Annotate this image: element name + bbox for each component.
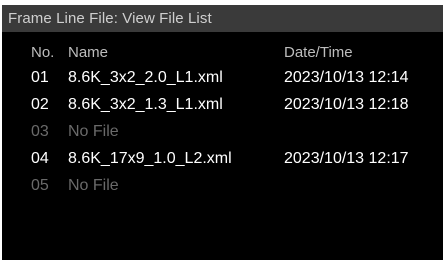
- file-row-03[interactable]: 03 No File: [2, 118, 443, 145]
- file-name: 8.6K_17x9_1.0_L2.xml: [68, 150, 232, 167]
- file-number: 04: [31, 150, 49, 167]
- header-no: No.: [31, 44, 55, 61]
- file-row-05[interactable]: 05 No File: [2, 172, 443, 199]
- file-name: No File: [68, 177, 119, 194]
- file-row-04[interactable]: 04 8.6K_17x9_1.0_L2.xml 2023/10/13 12:17: [2, 145, 443, 172]
- file-row-01[interactable]: 01 8.6K_3x2_2.0_L1.xml 2023/10/13 12:14: [2, 64, 443, 91]
- file-number: 03: [31, 123, 49, 140]
- file-name: 8.6K_3x2_1.3_L1.xml: [68, 96, 223, 113]
- file-number: 02: [31, 96, 49, 113]
- list-header: No. Name Date/Time: [2, 39, 443, 64]
- file-datetime: 2023/10/13 12:17: [284, 150, 409, 167]
- file-name: No File: [68, 123, 119, 140]
- header-name: Name: [68, 44, 109, 61]
- file-number: 01: [31, 69, 49, 86]
- file-name: 8.6K_3x2_2.0_L1.xml: [68, 69, 223, 86]
- file-list: No. Name Date/Time 01 8.6K_3x2_2.0_L1.xm…: [2, 39, 443, 199]
- file-number: 05: [31, 177, 49, 194]
- header-datetime: Date/Time: [284, 44, 353, 61]
- file-row-02[interactable]: 02 8.6K_3x2_1.3_L1.xml 2023/10/13 12:18: [2, 91, 443, 118]
- file-datetime: 2023/10/13 12:14: [284, 69, 409, 86]
- file-datetime: 2023/10/13 12:18: [284, 96, 409, 113]
- frame-line-file-panel: Frame Line File: View File List No. Name…: [2, 5, 443, 260]
- panel-title: Frame Line File: View File List: [2, 5, 443, 32]
